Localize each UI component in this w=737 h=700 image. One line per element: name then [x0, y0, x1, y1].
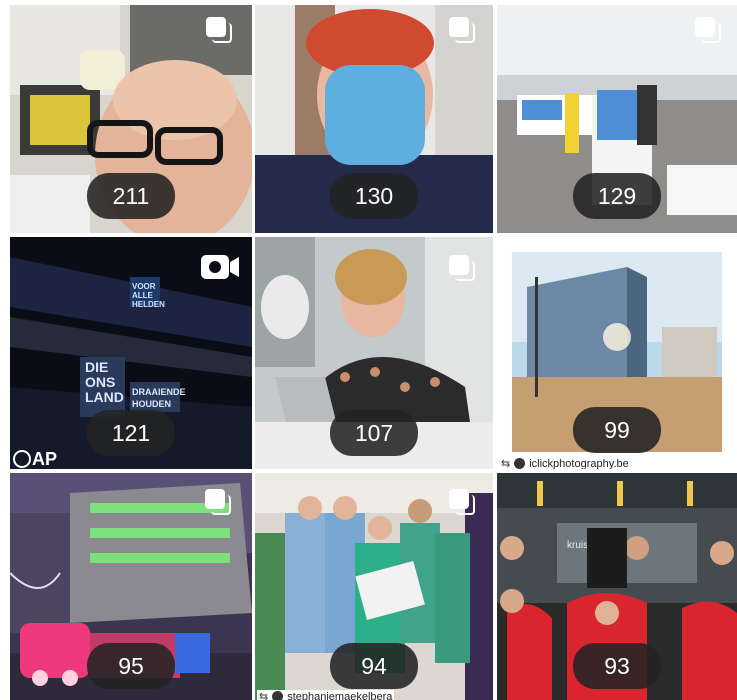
view-count-badge: 211	[87, 173, 175, 219]
sign-text: DIE	[85, 359, 108, 375]
carousel-icon	[449, 17, 475, 43]
repost-credit: ⇆ stephaniemaekelbera	[257, 690, 395, 700]
view-count-badge: 93	[573, 643, 661, 689]
post-tile[interactable]: 107	[255, 237, 493, 469]
view-count-badge: 95	[87, 643, 175, 689]
post-tile[interactable]: 95	[10, 473, 252, 700]
avatar	[514, 458, 526, 469]
repost-credit: ⇆ iclickphotography.be	[501, 457, 629, 469]
carousel-icon	[206, 17, 232, 43]
view-count-badge: 121	[87, 410, 175, 456]
sign-text: ALLE	[132, 291, 154, 300]
carousel-icon	[205, 489, 231, 515]
view-count-badge: 129	[573, 173, 661, 219]
post-tile[interactable]: 129	[497, 5, 737, 233]
post-tile[interactable]: 94 ⇆ stephaniemaekelbera	[255, 473, 493, 700]
sign-text: HOUDEN	[132, 399, 171, 409]
video-icon	[201, 255, 239, 279]
view-count-badge: 94	[330, 643, 418, 689]
avatar	[272, 691, 284, 700]
sign-text: ONS	[85, 374, 115, 390]
repost-icon: ⇆	[501, 458, 511, 469]
carousel-icon	[449, 489, 475, 515]
view-count-badge: 99	[573, 407, 661, 453]
repost-username[interactable]: iclickphotography.be	[529, 458, 628, 470]
logo-text: AP	[32, 449, 57, 469]
view-count-badge: 107	[330, 410, 418, 456]
post-grid: 211 130 129 VOOR ALLE HELDEN DIE ONS LAN…	[0, 0, 737, 700]
repost-username[interactable]: stephaniemaekelbera	[287, 691, 392, 700]
post-tile[interactable]: VOOR ALLE HELDEN DIE ONS LAND DRAAIENDE …	[10, 237, 252, 469]
carousel-icon	[449, 255, 475, 281]
post-tile[interactable]: 211	[10, 5, 252, 233]
view-count-badge: 130	[330, 173, 418, 219]
repost-icon: ⇆	[259, 691, 269, 700]
post-tile[interactable]: kruis - bo 93	[497, 473, 737, 700]
sign-text: VOOR	[132, 282, 156, 291]
sign-text: DRAAIENDE	[132, 387, 186, 397]
carousel-icon	[695, 17, 721, 43]
post-tile[interactable]: 130	[255, 5, 493, 233]
post-tile[interactable]: 99 ⇆ iclickphotography.be	[497, 237, 737, 469]
sign-text: HELDEN	[132, 300, 165, 309]
sign-text: LAND	[85, 389, 124, 405]
